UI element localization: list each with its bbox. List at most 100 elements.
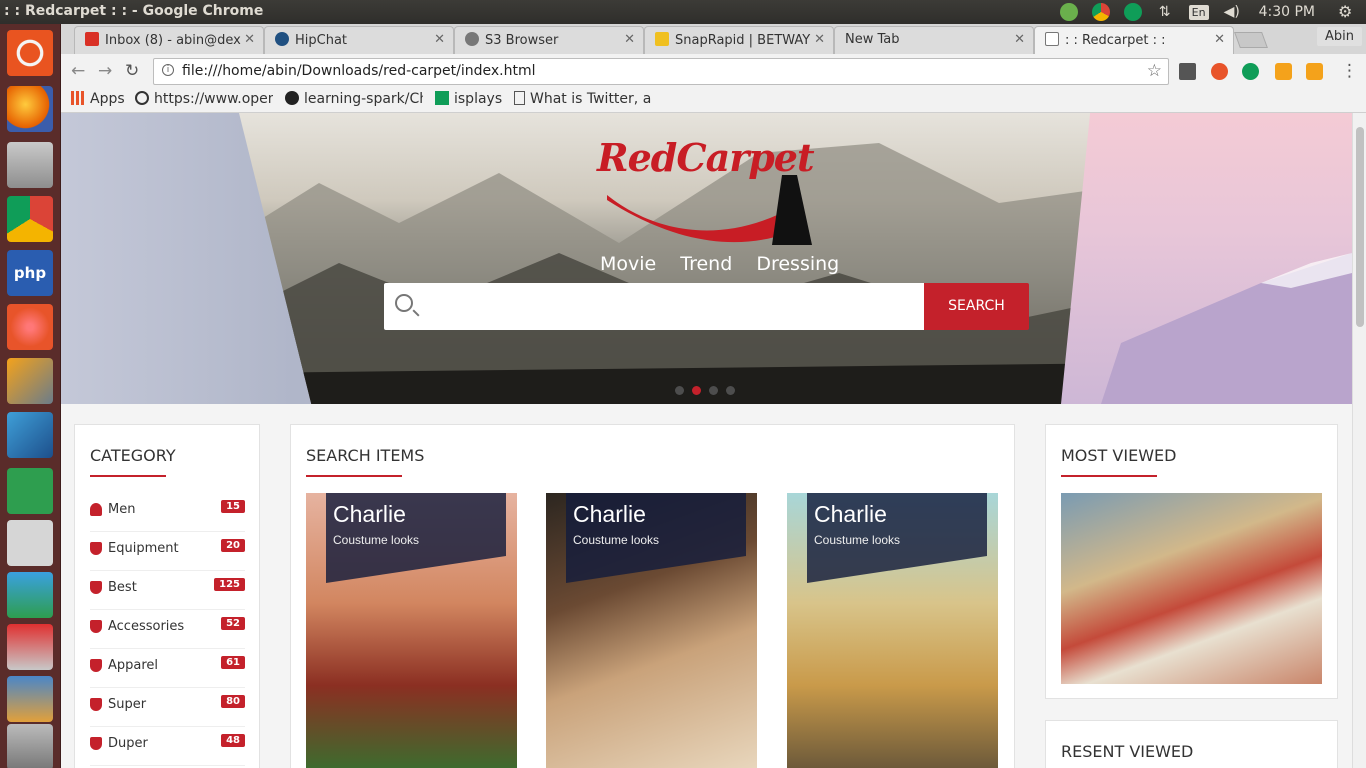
card-name: Charlie: [333, 501, 406, 527]
extension-orange-icon[interactable]: [1211, 63, 1228, 80]
skype-icon[interactable]: [7, 572, 53, 618]
browser-window: Inbox (8) - abin@dex ✕ HipChat ✕ S3 Brow…: [61, 24, 1366, 113]
search-input[interactable]: [384, 283, 924, 330]
address-bar[interactable]: i file:///home/abin/Downloads/red-carpet…: [153, 58, 1169, 85]
category-count-badge: 15: [221, 500, 245, 513]
new-tab-button[interactable]: [1234, 32, 1268, 48]
category-item-duper[interactable]: Duper 48: [90, 727, 245, 766]
close-icon[interactable]: ✕: [244, 32, 255, 47]
slider-dot[interactable]: [675, 386, 684, 395]
page-scrollbar[interactable]: [1352, 113, 1366, 768]
volume-icon[interactable]: ◀): [1224, 3, 1242, 21]
shield-icon: [90, 698, 102, 711]
movie-card[interactable]: Charlie Coustume looks: [546, 493, 757, 768]
bookmark-twitter[interactable]: What is Twitter, a: [514, 91, 652, 107]
nav-movie[interactable]: Movie: [600, 253, 656, 275]
github-icon: [285, 91, 299, 105]
bookmark-label: isplays: [454, 91, 503, 107]
phpstorm-icon[interactable]: php: [7, 250, 53, 296]
category-item-super[interactable]: Super 80: [90, 688, 245, 727]
bookmark-isplays[interactable]: isplays: [435, 91, 502, 107]
category-count-badge: 52: [221, 617, 245, 630]
chrome-tray-icon[interactable]: [1091, 3, 1110, 21]
app-icon[interactable]: [7, 676, 53, 722]
logo-text-red: Red: [597, 135, 677, 180]
forward-arrow-icon[interactable]: →: [98, 61, 112, 81]
chrome-icon[interactable]: [7, 196, 53, 242]
network-icon[interactable]: ⇅: [1156, 3, 1174, 21]
tab-label: HipChat: [295, 33, 348, 48]
category-label: Apparel: [108, 658, 159, 673]
most-viewed-image[interactable]: [1061, 493, 1322, 684]
reload-icon[interactable]: ↻: [125, 61, 139, 81]
tab-gmail[interactable]: Inbox (8) - abin@dex ✕: [74, 26, 264, 54]
spreadsheet-icon[interactable]: [7, 468, 53, 514]
nav-dressing[interactable]: Dressing: [756, 253, 839, 275]
tab-label: New Tab: [845, 32, 900, 47]
hero-pink-mountain: [1061, 113, 1352, 404]
tab-redcarpet[interactable]: : : Redcarpet : : ✕: [1034, 26, 1234, 54]
close-icon[interactable]: ✕: [1214, 32, 1225, 47]
scrollbar-thumb[interactable]: [1356, 127, 1364, 327]
close-icon[interactable]: ✕: [434, 32, 445, 47]
mysql-workbench-icon[interactable]: [7, 358, 53, 404]
nav-trend[interactable]: Trend: [680, 253, 732, 275]
category-item-apparel[interactable]: Apparel 61: [90, 649, 245, 688]
search-button[interactable]: SEARCH: [924, 283, 1029, 330]
firefox-icon[interactable]: [7, 86, 53, 132]
tab-new-tab[interactable]: New Tab ✕: [834, 26, 1034, 54]
keyboard-layout[interactable]: En: [1188, 4, 1209, 20]
category-count-badge: 48: [221, 734, 245, 747]
bookmark-learning-spark[interactable]: learning-spark/Cha: [285, 91, 423, 107]
search-icon: [395, 294, 413, 312]
category-item-best[interactable]: Best 125: [90, 571, 245, 610]
pink-mountain-shape: [1101, 253, 1352, 404]
check-icon[interactable]: [1059, 3, 1078, 21]
git-gui-icon[interactable]: [7, 624, 53, 670]
close-icon[interactable]: ✕: [1014, 32, 1025, 47]
tab-hipchat[interactable]: HipChat ✕: [264, 26, 454, 54]
bookmark-label: https://www.open: [154, 91, 273, 107]
files-icon[interactable]: [7, 142, 53, 188]
category-label: Super: [108, 697, 147, 712]
recent-viewed-title: RESENT VIEWED: [1061, 742, 1194, 761]
bookmark-apps[interactable]: Apps: [71, 91, 125, 107]
ubuntu-dash-icon[interactable]: [7, 30, 53, 76]
info-icon[interactable]: i: [162, 64, 174, 76]
slider-dot[interactable]: [709, 386, 718, 395]
cast-icon[interactable]: [1179, 63, 1196, 80]
logo-carpet-swirl: [607, 175, 812, 245]
text-editor-icon[interactable]: [7, 520, 53, 566]
slider-dots: [675, 386, 743, 395]
slider-dot-active[interactable]: [692, 386, 701, 395]
bookmark-open[interactable]: https://www.open: [135, 91, 273, 107]
apps-grid-icon: [71, 91, 85, 105]
hangouts-icon[interactable]: [1123, 3, 1142, 21]
power-gear-icon[interactable]: ⚙: [1338, 3, 1356, 21]
close-icon[interactable]: ✕: [624, 32, 635, 47]
slider-dot[interactable]: [726, 386, 735, 395]
trash-icon[interactable]: [7, 724, 53, 768]
redcarpet-logo[interactable]: RedCarpet: [597, 135, 815, 245]
profile-button[interactable]: Abin: [1317, 27, 1362, 46]
clock[interactable]: 4:30 PM: [1259, 4, 1315, 20]
tab-snaprapid[interactable]: SnapRapid | BETWAY ✕: [644, 26, 834, 54]
postman-icon[interactable]: [7, 304, 53, 350]
extension-honeycomb-icon[interactable]: [1275, 63, 1292, 80]
intellij-icon[interactable]: [7, 412, 53, 458]
movie-card[interactable]: Charlie Coustume looks: [306, 493, 517, 768]
movie-card[interactable]: Charlie Coustume looks: [787, 493, 998, 768]
shield-icon: [90, 659, 102, 672]
s3-extension-icon[interactable]: [1306, 63, 1323, 80]
tab-s3-browser[interactable]: S3 Browser ✕: [454, 26, 644, 54]
category-item-men[interactable]: Men 15: [90, 493, 245, 532]
bookmark-star-icon[interactable]: ☆: [1147, 61, 1162, 81]
hangouts-extension-icon[interactable]: [1242, 63, 1259, 80]
menu-dots-icon[interactable]: ⋮: [1341, 61, 1358, 81]
category-item-accessories[interactable]: Accessories 52: [90, 610, 245, 649]
close-icon[interactable]: ✕: [814, 32, 825, 47]
back-arrow-icon[interactable]: ←: [71, 61, 85, 81]
s3-icon: [465, 32, 479, 46]
sheets-icon: [435, 91, 449, 105]
category-item-equipment[interactable]: Equipment 20: [90, 532, 245, 571]
